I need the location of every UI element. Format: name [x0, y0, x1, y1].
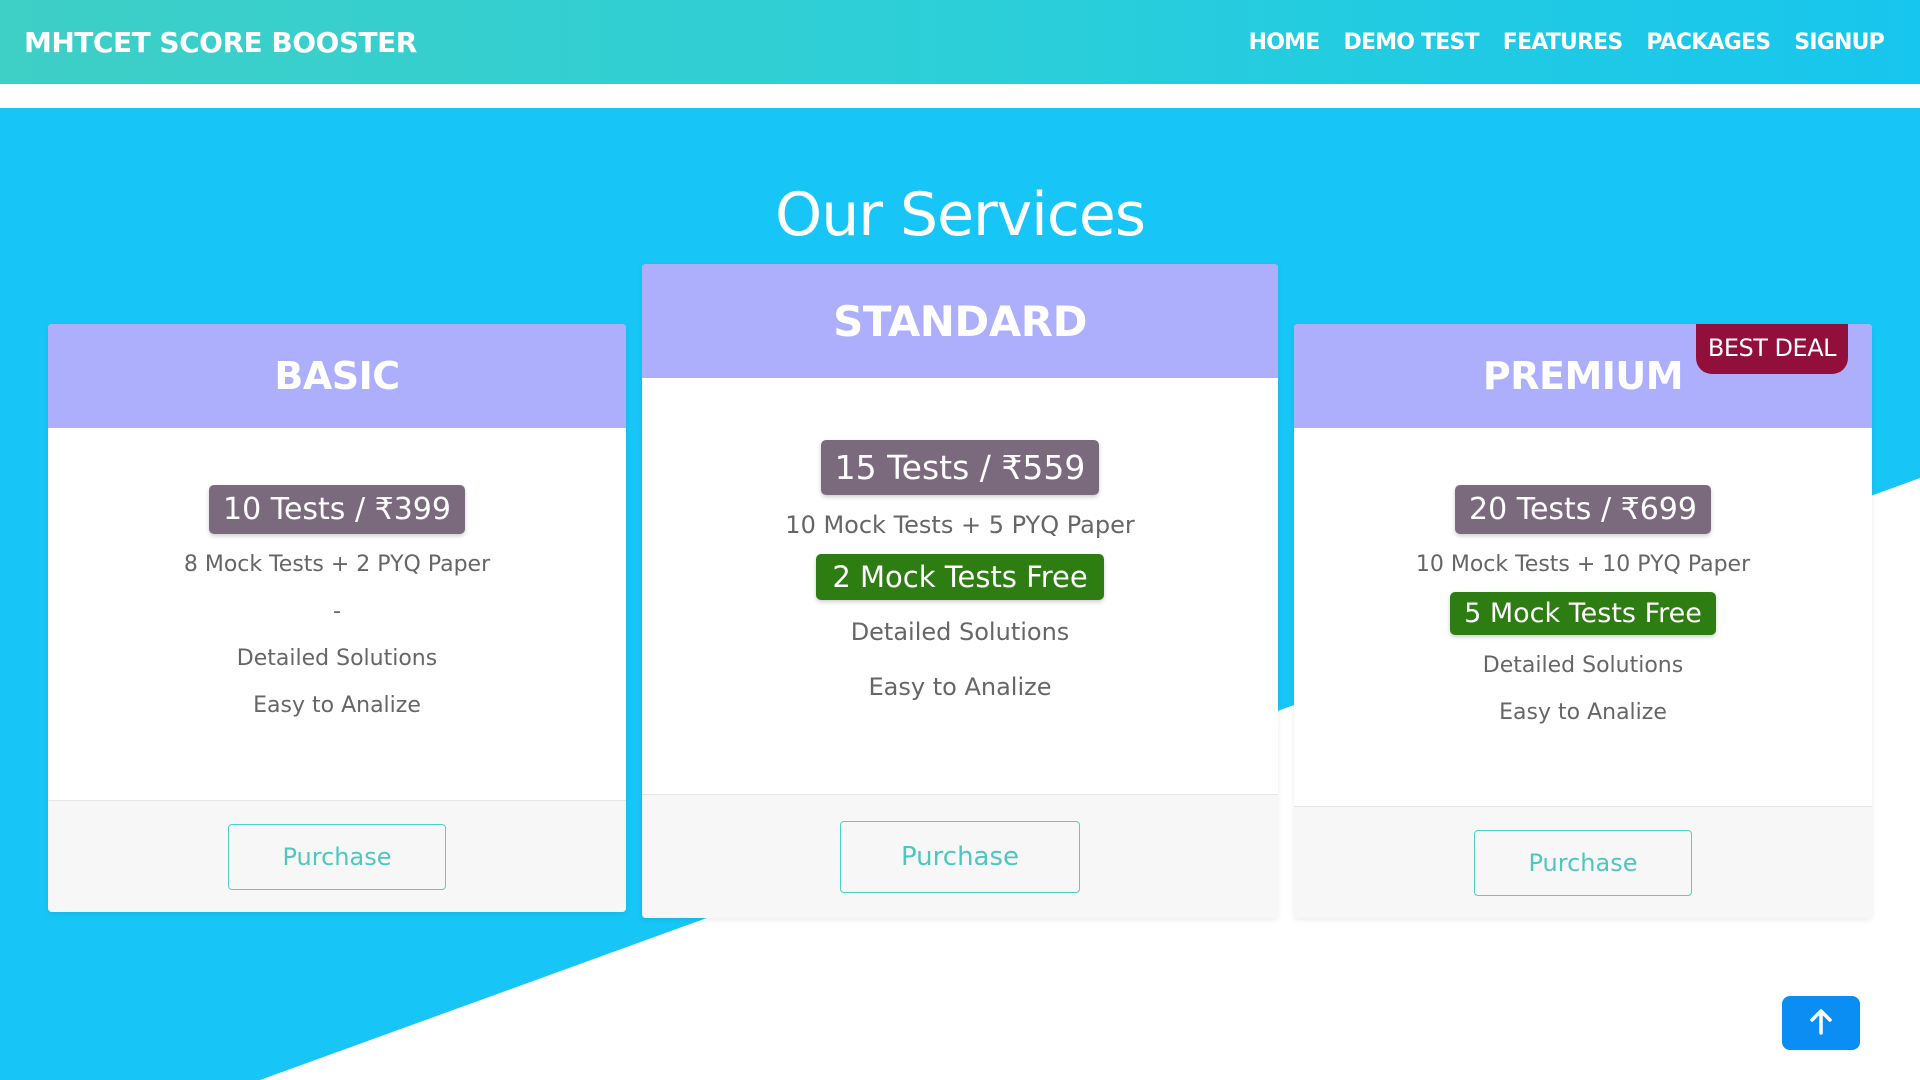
plan-header: BASIC [48, 324, 626, 428]
price-badge: 20 Tests / ₹699 [1455, 485, 1711, 534]
plan-body: 20 Tests / ₹699 10 Mock Tests + 10 PYQ P… [1294, 428, 1872, 725]
plan-header: STANDARD [642, 264, 1278, 378]
plan-footer: Purchase [642, 794, 1278, 918]
plan-card-premium: PREMIUM BEST DEAL 20 Tests / ₹699 10 Moc… [1294, 324, 1872, 918]
plan-footer: Purchase [48, 800, 626, 912]
plan-solutions: Detailed Solutions [1482, 653, 1684, 678]
best-deal-badge: BEST DEAL [1695, 324, 1848, 374]
plan-body: 10 Tests / ₹399 8 Mock Tests + 2 PYQ Pap… [48, 428, 626, 718]
plan-solutions: Detailed Solutions [236, 646, 438, 671]
scroll-to-top-button[interactable] [1782, 996, 1860, 1050]
plan-footer: Purchase [1294, 806, 1872, 918]
plan-body: 15 Tests / ₹559 10 Mock Tests + 5 PYQ Pa… [642, 378, 1278, 701]
plan-tests: 8 Mock Tests + 2 PYQ Paper [183, 552, 491, 577]
services-section: Our Services BASIC 10 Tests / ₹399 8 Moc… [0, 108, 1920, 1080]
purchase-button-standard[interactable]: Purchase [840, 820, 1080, 893]
top-navbar: MHTCET SCORE BOOSTER HOME DEMO TEST FEAT… [0, 0, 1920, 84]
nav-features[interactable]: FEATURES [1503, 30, 1623, 55]
plan-solutions: Detailed Solutions [850, 618, 1070, 646]
free-tests-badge: 5 Mock Tests Free [1450, 592, 1716, 635]
purchase-button-premium[interactable]: Purchase [1474, 829, 1692, 896]
plan-analyze: Easy to Analize [1499, 700, 1667, 725]
brand-logo[interactable]: MHTCET SCORE BOOSTER [24, 26, 417, 59]
plan-free-tests: - [333, 599, 341, 624]
plan-card-basic: BASIC 10 Tests / ₹399 8 Mock Tests + 2 P… [48, 324, 626, 912]
nav-demo-test[interactable]: DEMO TEST [1344, 30, 1480, 55]
purchase-button-basic[interactable]: Purchase [228, 823, 446, 890]
section-title: Our Services [774, 180, 1146, 250]
price-badge: 15 Tests / ₹559 [820, 440, 1100, 495]
plan-analyze: Easy to Analize [868, 673, 1052, 701]
nav-links: HOME DEMO TEST FEATURES PACKAGES SIGNUP [1249, 30, 1885, 55]
free-tests-badge: 2 Mock Tests Free [816, 554, 1104, 600]
plan-card-standard: STANDARD 15 Tests / ₹559 10 Mock Tests +… [642, 264, 1278, 918]
plan-tests: 10 Mock Tests + 10 PYQ Paper [1415, 552, 1751, 577]
plan-tests: 10 Mock Tests + 5 PYQ Paper [785, 511, 1135, 539]
nav-home[interactable]: HOME [1249, 30, 1321, 55]
arrow-up-icon [1809, 1008, 1833, 1038]
nav-signup[interactable]: SIGNUP [1794, 30, 1885, 55]
price-badge: 10 Tests / ₹399 [209, 485, 465, 534]
nav-packages[interactable]: PACKAGES [1646, 30, 1771, 55]
plan-analyze: Easy to Analize [253, 693, 421, 718]
